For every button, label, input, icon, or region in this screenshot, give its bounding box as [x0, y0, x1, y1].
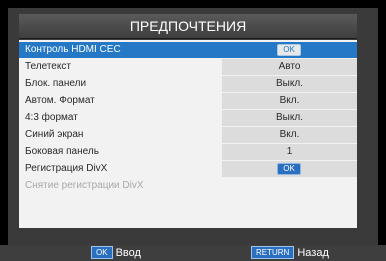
menu-item-panel-lock[interactable]: Блок. панели Выкл. — [19, 76, 357, 92]
menu-item-value: Выкл. — [276, 112, 303, 123]
menu-item-value: Вкл. — [279, 129, 300, 140]
menu-item-value: Выкл. — [276, 78, 303, 89]
menu-item-blue-screen[interactable]: Синий экран Вкл. — [19, 127, 357, 143]
menu-item-label: Блок. панели — [25, 78, 87, 89]
menu-item-label: Телетекст — [25, 61, 71, 72]
preferences-panel: Контроль HDMI CEC OK Телетекст Авто Блок… — [19, 40, 357, 228]
menu-item-teletext[interactable]: Телетекст Авто — [19, 59, 357, 75]
ok-button[interactable]: OK — [277, 163, 301, 175]
menu-item-label: 4:3 формат — [25, 112, 78, 123]
menu-item-4-3-format[interactable]: 4:3 формат Выкл. — [19, 110, 357, 126]
return-key-badge: RETURN — [251, 246, 295, 259]
enter-hint: OK Ввод — [91, 245, 141, 261]
menu-item-divx-deregistration: Снятие регистрации DivX — [19, 178, 357, 194]
menu-item-label: Автом. Формат — [25, 95, 95, 106]
ok-button[interactable]: OK — [277, 44, 301, 56]
menu-item-hdmi-cec[interactable]: Контроль HDMI CEC OK — [19, 42, 357, 58]
panel-bottom-margin — [8, 228, 378, 245]
menu-item-label: Боковая панель — [25, 146, 99, 157]
menu-item-value: 1 — [286, 146, 293, 157]
menu-item-side-panel[interactable]: Боковая панель 1 — [19, 144, 357, 160]
menu-item-label: Синий экран — [25, 129, 84, 140]
menu-item-label: Регистрация DivX — [25, 163, 108, 174]
menu-item-value: Вкл. — [279, 95, 300, 106]
back-hint: RETURN Назад — [251, 245, 329, 261]
footer-hints: OK Ввод RETURN Назад — [0, 245, 386, 261]
menu-item-auto-format[interactable]: Автом. Формат Вкл. — [19, 93, 357, 109]
enter-label: Ввод — [115, 247, 141, 259]
ok-key-badge: OK — [91, 246, 113, 259]
menu-title: ПРЕДПОЧТЕНИЯ — [19, 14, 357, 39]
menu-item-label: Контроль HDMI CEC — [25, 44, 121, 55]
menu-item-label: Снятие регистрации DivX — [25, 180, 144, 191]
back-label: Назад — [297, 247, 329, 259]
menu-item-value: Авто — [278, 61, 301, 72]
menu-item-divx-registration[interactable]: Регистрация DivX OK — [19, 161, 357, 177]
